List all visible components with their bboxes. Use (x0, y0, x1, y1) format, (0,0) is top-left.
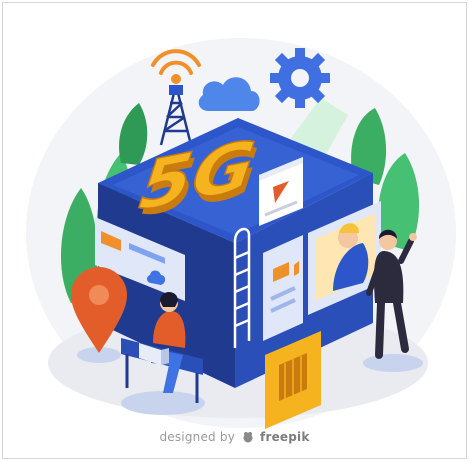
credit-line: designed by freepik (3, 430, 466, 444)
credit-prefix: designed by (159, 430, 235, 444)
freepik-logo-icon (243, 432, 253, 443)
5g-illustration: 5G 5G (26, 38, 456, 429)
illustration-frame: 5G 5G designed by freepik (2, 2, 467, 459)
credit-brand: freepik (260, 430, 310, 444)
